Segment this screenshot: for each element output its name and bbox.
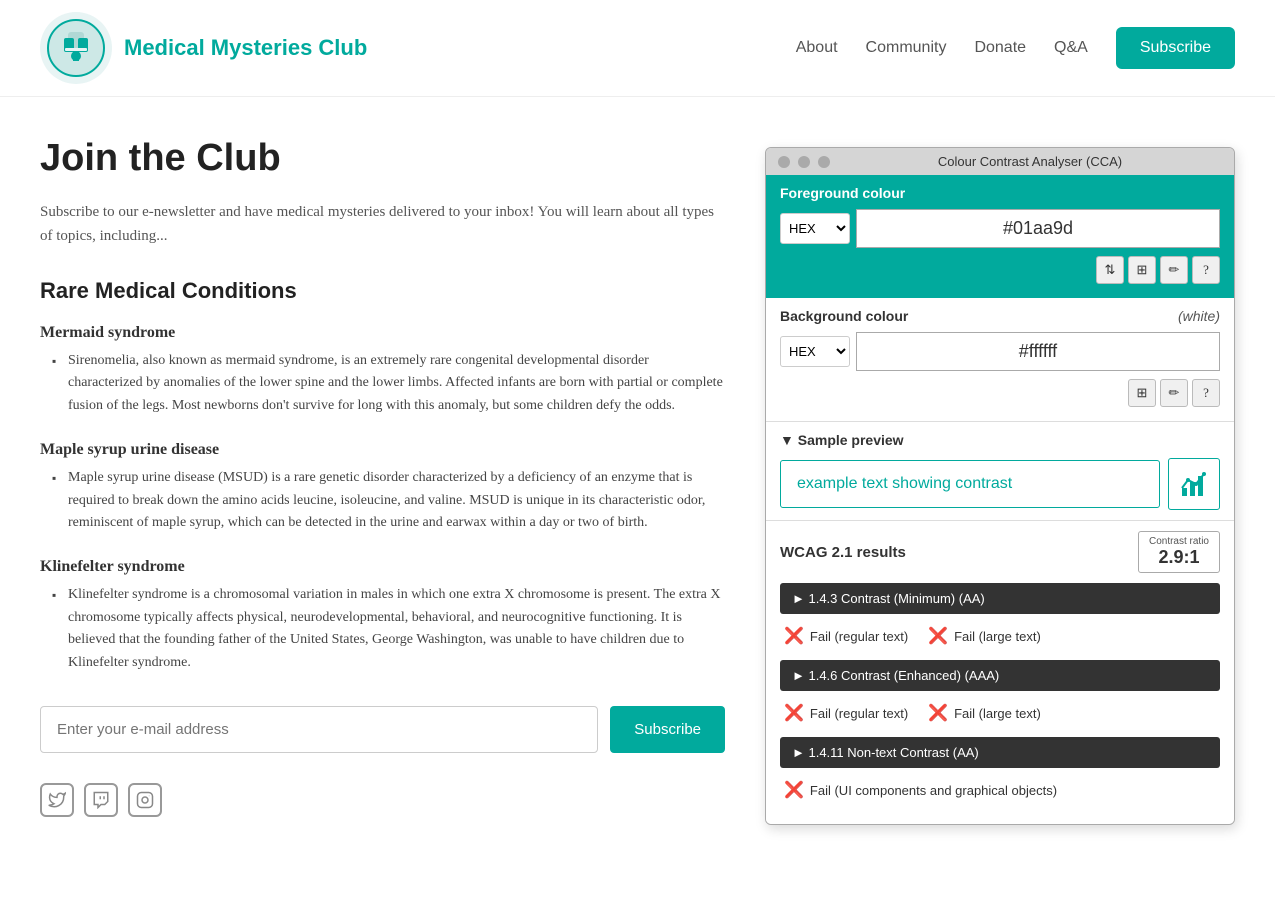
cca-titlebar: Colour Contrast Analyser (CCA) <box>766 148 1234 175</box>
cca-bg-format-select[interactable]: HEX RGB HSL <box>780 336 850 367</box>
logo-area: Medical Mysteries Club <box>40 12 367 84</box>
condition-mermaid-title: Mermaid syndrome <box>40 324 725 342</box>
cca-wcag-section: WCAG 2.1 results Contrast ratio 2.9:1 ► … <box>766 520 1234 824</box>
cca-sample-preview-row: example text showing contrast <box>780 458 1220 510</box>
cca-result-143-regular: ❌ Fail (regular text) <box>784 626 908 646</box>
cca-wcag-header-row: WCAG 2.1 results Contrast ratio 2.9:1 <box>780 531 1220 573</box>
subscribe-button[interactable]: Subscribe <box>610 706 725 753</box>
fail-icon-1411-ui: ❌ <box>784 780 804 800</box>
cca-contrast-ratio-value: 2.9:1 <box>1149 547 1209 568</box>
twitter-icon[interactable] <box>40 783 74 817</box>
cca-bg-tools-row: ⊞ ✏ ? <box>780 379 1220 407</box>
condition-maple-desc: Maple syrup urine disease (MSUD) is a ra… <box>52 467 725 534</box>
nav-about[interactable]: About <box>796 39 838 57</box>
cca-criterion-143-results: ❌ Fail (regular text) ❌ Fail (large text… <box>780 620 1220 652</box>
cca-result-146-large: ❌ Fail (large text) <box>928 703 1041 723</box>
cca-wcag-title: WCAG 2.1 results <box>780 544 906 561</box>
cca-contrast-ratio-label: Contrast ratio <box>1149 536 1209 547</box>
cca-result-146-regular: ❌ Fail (regular text) <box>784 703 908 723</box>
cca-sample-section: ▼ Sample preview example text showing co… <box>766 421 1234 520</box>
email-subscribe-row: Subscribe <box>40 706 725 753</box>
cca-contrast-ratio-box: Contrast ratio 2.9:1 <box>1138 531 1220 573</box>
cca-result-1411-ui: ❌ Fail (UI components and graphical obje… <box>784 780 1057 800</box>
fail-icon-146-large: ❌ <box>928 703 948 723</box>
main-nav: About Community Donate Q&A Subscribe <box>796 27 1235 69</box>
cca-bg-hex-input[interactable] <box>856 332 1220 371</box>
cca-result-143-large: ❌ Fail (large text) <box>928 626 1041 646</box>
cca-result-146-large-label: Fail (large text) <box>954 706 1041 721</box>
cca-dot-yellow <box>798 156 810 168</box>
cca-bg-input-row: HEX RGB HSL <box>780 332 1220 371</box>
cca-dot-green <box>818 156 830 168</box>
site-header: Medical Mysteries Club About Community D… <box>0 0 1275 97</box>
nav-qa[interactable]: Q&A <box>1054 39 1088 57</box>
cca-criterion-143[interactable]: ► 1.4.3 Contrast (Minimum) (AA) <box>780 583 1220 614</box>
cca-fg-input-row: HEX RGB HSL <box>780 209 1220 248</box>
condition-klinefelter-desc: Klinefelter syndrome is a chromosomal va… <box>52 584 725 674</box>
cca-fg-picker-btn[interactable]: ⊞ <box>1128 256 1156 284</box>
cca-criterion-146-results: ❌ Fail (regular text) ❌ Fail (large text… <box>780 697 1220 729</box>
condition-mermaid: Mermaid syndrome Sirenomelia, also known… <box>40 324 725 417</box>
cca-background-section: Background colour (white) HEX RGB HSL ⊞ … <box>766 298 1234 421</box>
cca-bg-white-label: (white) <box>1178 308 1220 324</box>
cca-bg-label: Background colour <box>780 308 908 324</box>
cca-title: Colour Contrast Analyser (CCA) <box>838 154 1222 169</box>
nav-donate[interactable]: Donate <box>974 39 1026 57</box>
condition-klinefelter: Klinefelter syndrome Klinefelter syndrom… <box>40 558 725 674</box>
cca-dot-red <box>778 156 790 168</box>
main-content: Join the Club Subscribe to our e-newslet… <box>0 97 1275 865</box>
content-area: Join the Club Subscribe to our e-newslet… <box>40 137 725 825</box>
cca-bg-help-btn[interactable]: ? <box>1192 379 1220 407</box>
cca-result-146-regular-label: Fail (regular text) <box>810 706 908 721</box>
cca-result-143-regular-label: Fail (regular text) <box>810 629 908 644</box>
cca-result-1411-ui-label: Fail (UI components and graphical object… <box>810 783 1057 798</box>
cca-fg-format-select[interactable]: HEX RGB HSL <box>780 213 850 244</box>
fail-icon-146-regular: ❌ <box>784 703 804 723</box>
twitch-icon[interactable] <box>84 783 118 817</box>
cca-criterion-1411-results: ❌ Fail (UI components and graphical obje… <box>780 774 1220 806</box>
nav-subscribe-button[interactable]: Subscribe <box>1116 27 1235 69</box>
cca-result-143-large-label: Fail (large text) <box>954 629 1041 644</box>
cca-fg-hex-input[interactable] <box>856 209 1220 248</box>
cca-bg-picker-btn[interactable]: ⊞ <box>1128 379 1156 407</box>
site-title: Medical Mysteries Club <box>124 35 367 61</box>
fail-icon-143-regular: ❌ <box>784 626 804 646</box>
cca-criterion-1411[interactable]: ► 1.4.11 Non-text Contrast (AA) <box>780 737 1220 768</box>
cca-foreground-section: Foreground colour HEX RGB HSL ⇅ ⊞ ✏ ? <box>766 175 1234 298</box>
logo-image <box>40 12 112 84</box>
instagram-icon[interactable] <box>128 783 162 817</box>
email-input[interactable] <box>40 706 598 753</box>
condition-klinefelter-title: Klinefelter syndrome <box>40 558 725 576</box>
cca-criterion-146[interactable]: ► 1.4.6 Contrast (Enhanced) (AAA) <box>780 660 1220 691</box>
intro-text: Subscribe to our e-newsletter and have m… <box>40 200 725 248</box>
cca-panel: Colour Contrast Analyser (CCA) Foregroun… <box>765 147 1235 825</box>
cca-fg-swap-btn[interactable]: ⇅ <box>1096 256 1124 284</box>
cca-fg-eyedropper-btn[interactable]: ✏ <box>1160 256 1188 284</box>
cca-fg-help-btn[interactable]: ? <box>1192 256 1220 284</box>
social-icons-row <box>40 783 725 817</box>
cca-bg-eyedropper-btn[interactable]: ✏ <box>1160 379 1188 407</box>
cca-fg-label: Foreground colour <box>780 185 1220 201</box>
condition-maple: Maple syrup urine disease Maple syrup ur… <box>40 441 725 534</box>
cca-fg-tools-row: ⇅ ⊞ ✏ ? <box>780 256 1220 284</box>
cca-sample-text: example text showing contrast <box>780 460 1160 508</box>
condition-mermaid-desc: Sirenomelia, also known as mermaid syndr… <box>52 350 725 417</box>
fail-icon-143-large: ❌ <box>928 626 948 646</box>
cca-chart-button[interactable] <box>1168 458 1220 510</box>
page-title: Join the Club <box>40 137 725 180</box>
nav-community[interactable]: Community <box>866 39 947 57</box>
condition-maple-title: Maple syrup urine disease <box>40 441 725 459</box>
cca-bg-label-row: Background colour (white) <box>780 308 1220 324</box>
section-title: Rare Medical Conditions <box>40 278 725 304</box>
cca-sample-label: ▼ Sample preview <box>780 432 1220 448</box>
